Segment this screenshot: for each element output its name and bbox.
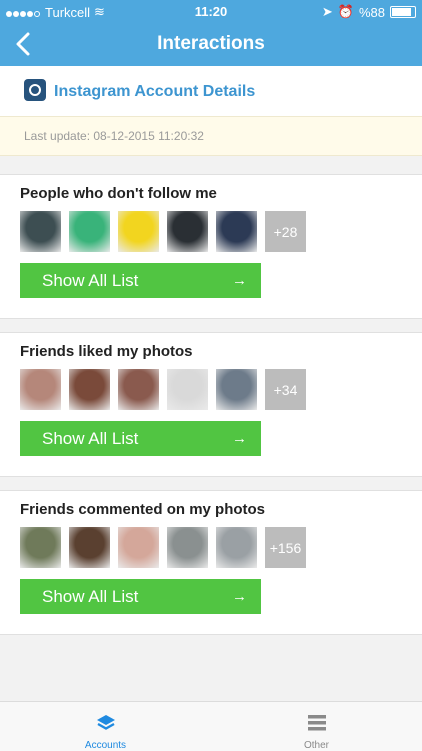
avatar[interactable] [20, 369, 61, 410]
show-all-list-button[interactable]: Show All List → [20, 263, 261, 298]
tab-bar: Accounts Other [0, 701, 422, 751]
tab-accounts[interactable]: Accounts [0, 702, 211, 751]
layers-icon [97, 715, 115, 730]
last-update-text: Last update: 08-12-2015 11:20:32 [24, 129, 204, 143]
tab-label: Accounts [84, 740, 127, 751]
avatar[interactable] [167, 369, 208, 410]
button-label: Show All List [42, 428, 139, 448]
location-icon: ➤ [321, 4, 333, 19]
section-commented-photos: Friends commented on my photos +156 Show… [0, 490, 422, 635]
button-label: Show All List [42, 586, 139, 606]
avatar[interactable] [118, 527, 159, 568]
arrow-right-icon: → [232, 588, 247, 605]
show-all-list-button[interactable]: Show All List → [20, 579, 261, 614]
more-count-badge[interactable]: +156 [265, 527, 306, 568]
account-details-title[interactable]: Instagram Account Details [54, 83, 255, 101]
avatar[interactable] [20, 211, 61, 252]
section-liked-photos: Friends liked my photos +34 Show All Lis… [0, 332, 422, 477]
last-update-banner: Last update: 08-12-2015 11:20:32 [0, 116, 422, 156]
avatar[interactable] [216, 527, 257, 568]
more-count-badge[interactable]: +28 [265, 211, 306, 252]
menu-icon [308, 715, 326, 731]
avatar[interactable] [69, 527, 110, 568]
show-all-list-button[interactable]: Show All List → [20, 421, 261, 456]
arrow-right-icon: → [232, 272, 247, 289]
nav-bar: Interactions [0, 22, 422, 66]
account-details-link[interactable]: Instagram Account Details [0, 66, 422, 116]
avatar-row: +28 [20, 211, 306, 252]
button-label: Show All List [42, 270, 139, 290]
section-title: People who don't follow me [20, 185, 217, 202]
tab-label: Other [303, 740, 329, 751]
more-count-badge[interactable]: +34 [265, 369, 306, 410]
avatar[interactable] [69, 369, 110, 410]
arrow-right-icon: → [232, 430, 247, 447]
section-non-followers: People who don't follow me +28 Show All … [0, 174, 422, 319]
avatar[interactable] [216, 369, 257, 410]
tab-other[interactable]: Other [211, 702, 422, 751]
battery-label: %88 [358, 4, 385, 20]
status-right: ➤ ⏰ %88 [322, 4, 416, 20]
avatar[interactable] [69, 211, 110, 252]
avatar[interactable] [118, 211, 159, 252]
avatar[interactable] [216, 211, 257, 252]
section-title: Friends liked my photos [20, 343, 193, 360]
section-title: Friends commented on my photos [20, 501, 266, 518]
battery-icon [390, 6, 416, 18]
page-title: Interactions [157, 33, 265, 54]
status-bar: Turkcell ≋ 11:20 ➤ ⏰ %88 [0, 0, 422, 22]
avatar-row: +156 [20, 527, 306, 568]
avatar[interactable] [20, 527, 61, 568]
avatar[interactable] [167, 527, 208, 568]
avatar-row: +34 [20, 369, 306, 410]
alarm-icon: ⏰ [337, 4, 354, 19]
instagram-icon [24, 79, 46, 101]
avatar[interactable] [118, 369, 159, 410]
avatar[interactable] [167, 211, 208, 252]
